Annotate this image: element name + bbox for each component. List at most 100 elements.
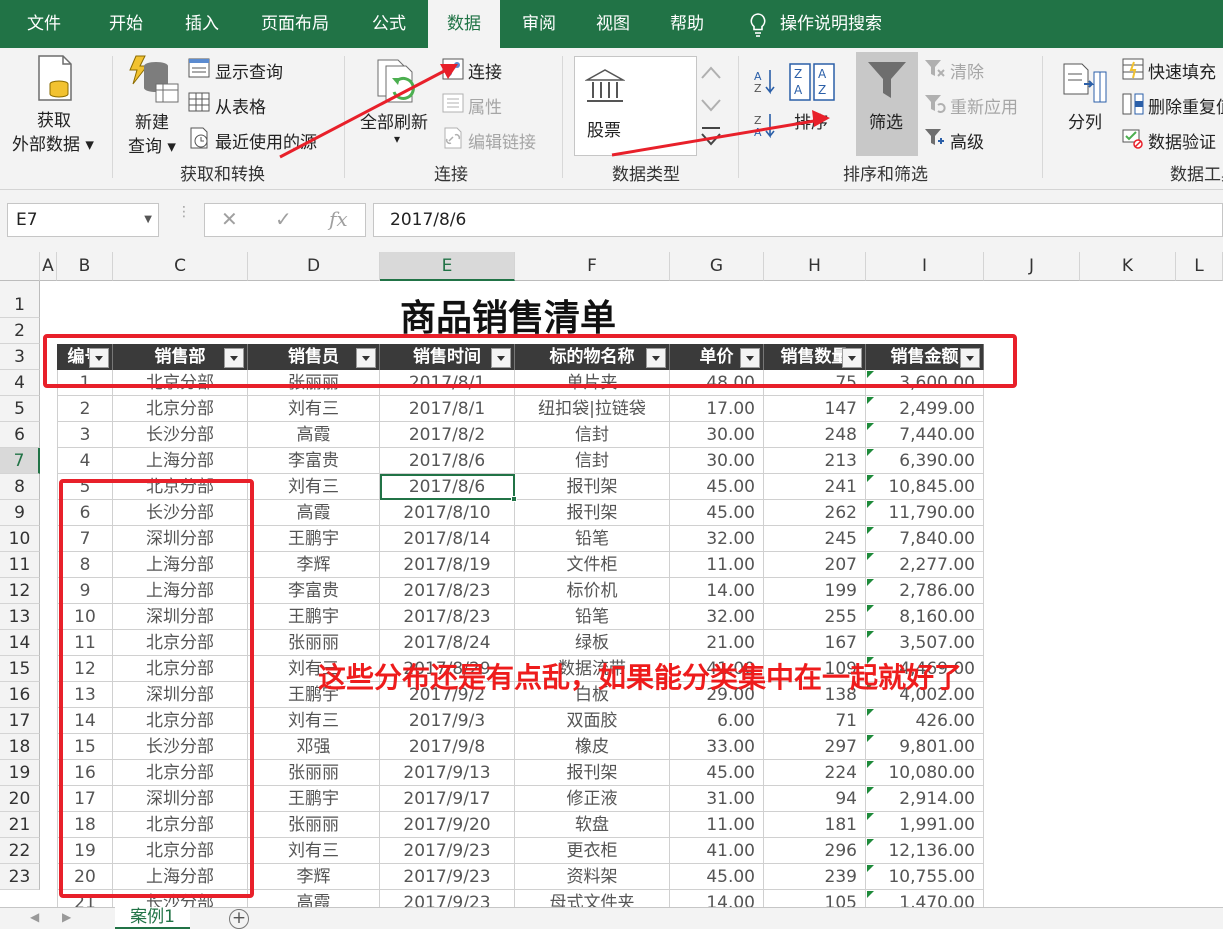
table-cell[interactable]: 241 xyxy=(764,474,866,500)
table-cell[interactable]: 245 xyxy=(764,526,866,552)
show-queries-label[interactable]: 显示查询 xyxy=(215,58,283,83)
row-header-9[interactable]: 9 xyxy=(0,500,40,526)
table-cell[interactable]: 31.00 xyxy=(670,786,764,812)
table-cell[interactable]: 18 xyxy=(57,812,113,838)
tab-help[interactable]: 帮助 xyxy=(662,0,712,48)
table-cell[interactable]: 6.00 xyxy=(670,708,764,734)
filter-dropdown-icon[interactable] xyxy=(491,348,511,368)
table-cell[interactable]: 报刊架 xyxy=(515,500,670,526)
table-cell[interactable]: 32.00 xyxy=(670,604,764,630)
name-box-dropdown-icon[interactable]: ▼ xyxy=(144,204,152,236)
row-header-19[interactable]: 19 xyxy=(0,760,40,786)
get-external-data-label-1[interactable]: 获取 xyxy=(37,106,71,131)
table-cell[interactable]: 297 xyxy=(764,734,866,760)
table-cell[interactable]: 14.00 xyxy=(670,578,764,604)
table-cell[interactable]: 2,277.00 xyxy=(866,552,984,578)
table-cell[interactable]: 更衣柜 xyxy=(515,838,670,864)
table-cell[interactable]: 报刊架 xyxy=(515,474,670,500)
table-cell[interactable]: 21 xyxy=(57,890,113,907)
table-cell[interactable]: 17.00 xyxy=(670,396,764,422)
data-validation-label[interactable]: 数据验证 xyxy=(1148,128,1216,153)
row-header-15[interactable]: 15 xyxy=(0,656,40,682)
table-cell[interactable]: 262 xyxy=(764,500,866,526)
row-header-21[interactable]: 21 xyxy=(0,812,40,838)
next-sheet-icon[interactable]: ▶ xyxy=(62,910,71,924)
table-cell[interactable]: 2017/8/2 xyxy=(380,422,515,448)
row-header-20[interactable]: 20 xyxy=(0,786,40,812)
table-cell[interactable]: 北京分部 xyxy=(113,838,248,864)
table-cell[interactable]: 213 xyxy=(764,448,866,474)
table-cell[interactable]: 长沙分部 xyxy=(113,734,248,760)
table-cell[interactable]: 北京分部 xyxy=(113,760,248,786)
formula-input[interactable]: 2017/8/6 xyxy=(373,203,1223,237)
table-cell[interactable]: 北京分部 xyxy=(113,656,248,682)
table-cell[interactable]: 7 xyxy=(57,526,113,552)
table-cell[interactable]: 李辉 xyxy=(248,864,380,890)
table-header-cell[interactable]: 销售时间 xyxy=(380,344,515,370)
table-cell[interactable]: 上海分部 xyxy=(113,864,248,890)
table-cell[interactable]: 41.00 xyxy=(670,838,764,864)
table-cell[interactable]: 4 xyxy=(57,448,113,474)
table-cell[interactable]: 邓强 xyxy=(248,734,380,760)
table-cell[interactable]: 张丽丽 xyxy=(248,812,380,838)
table-cell[interactable]: 30.00 xyxy=(670,448,764,474)
enter-icon[interactable]: ✓ xyxy=(275,207,292,231)
table-cell[interactable]: 2,914.00 xyxy=(866,786,984,812)
table-cell[interactable]: 71 xyxy=(764,708,866,734)
table-header-cell[interactable]: 标的物名称 xyxy=(515,344,670,370)
table-cell[interactable]: 刘有三 xyxy=(248,708,380,734)
table-cell[interactable]: 2017/9/20 xyxy=(380,812,515,838)
advanced-label[interactable]: 高级 xyxy=(950,128,984,153)
table-cell[interactable]: 9 xyxy=(57,578,113,604)
table-cell[interactable]: 2017/8/1 xyxy=(380,370,515,396)
table-cell[interactable]: 8 xyxy=(57,552,113,578)
active-cell-e7[interactable]: 2017/8/6 xyxy=(380,474,515,500)
table-cell[interactable]: 15 xyxy=(57,734,113,760)
column-header-i[interactable]: I xyxy=(866,252,984,281)
table-cell[interactable]: 12,136.00 xyxy=(866,838,984,864)
row-header-11[interactable]: 11 xyxy=(0,552,40,578)
table-header-cell[interactable]: 销售数量 xyxy=(764,344,866,370)
column-header-l[interactable]: L xyxy=(1176,252,1223,281)
filter-dropdown-icon[interactable] xyxy=(740,348,760,368)
table-cell[interactable]: 张丽丽 xyxy=(248,370,380,396)
flash-fill-label[interactable]: 快速填充 xyxy=(1148,58,1216,83)
table-cell[interactable]: 94 xyxy=(764,786,866,812)
table-cell[interactable]: 上海分部 xyxy=(113,448,248,474)
table-cell[interactable]: 母式文件夹 xyxy=(515,890,670,907)
tab-review[interactable]: 审阅 xyxy=(514,0,564,48)
row-header-16[interactable]: 16 xyxy=(0,682,40,708)
worksheet-grid[interactable]: ABCDEFGHIJKL 1 2 3 4 5 6 7 8 9 10 11 12 13 14 15 16 17 18… xyxy=(0,252,1223,907)
table-cell[interactable]: 标价机 xyxy=(515,578,670,604)
table-cell[interactable]: 张丽丽 xyxy=(248,760,380,786)
table-cell[interactable]: 20 xyxy=(57,864,113,890)
table-cell[interactable]: 14 xyxy=(57,708,113,734)
table-cell[interactable]: 7,440.00 xyxy=(866,422,984,448)
table-cell[interactable]: 王鹏宇 xyxy=(248,526,380,552)
table-cell[interactable]: 铅笔 xyxy=(515,526,670,552)
table-cell[interactable]: 上海分部 xyxy=(113,578,248,604)
table-cell[interactable]: 426.00 xyxy=(866,708,984,734)
table-cell[interactable]: 2017/8/19 xyxy=(380,552,515,578)
table-cell[interactable]: 2,786.00 xyxy=(866,578,984,604)
table-cell[interactable]: 75 xyxy=(764,370,866,396)
row-header-5[interactable]: 5 xyxy=(0,396,40,422)
table-cell[interactable]: 207 xyxy=(764,552,866,578)
stocks-label[interactable]: 股票 xyxy=(587,116,621,141)
row-header-14[interactable]: 14 xyxy=(0,630,40,656)
column-header-c[interactable]: C xyxy=(113,252,248,281)
table-cell[interactable]: 248 xyxy=(764,422,866,448)
row-header-23[interactable]: 23 xyxy=(0,864,40,890)
table-cell[interactable]: 深圳分部 xyxy=(113,526,248,552)
refresh-all-dropdown[interactable]: ▾ xyxy=(394,132,400,146)
formula-bar-grip-icon[interactable]: ⋮ xyxy=(177,205,191,219)
table-cell[interactable]: 2017/9/17 xyxy=(380,786,515,812)
table-cell[interactable]: 北京分部 xyxy=(113,812,248,838)
table-cell[interactable]: 11 xyxy=(57,630,113,656)
table-cell[interactable]: 10,080.00 xyxy=(866,760,984,786)
table-cell[interactable]: 45.00 xyxy=(670,474,764,500)
table-cell[interactable]: 2017/8/10 xyxy=(380,500,515,526)
table-cell[interactable]: 5 xyxy=(57,474,113,500)
table-cell[interactable]: 45.00 xyxy=(670,864,764,890)
table-cell[interactable]: 10,755.00 xyxy=(866,864,984,890)
